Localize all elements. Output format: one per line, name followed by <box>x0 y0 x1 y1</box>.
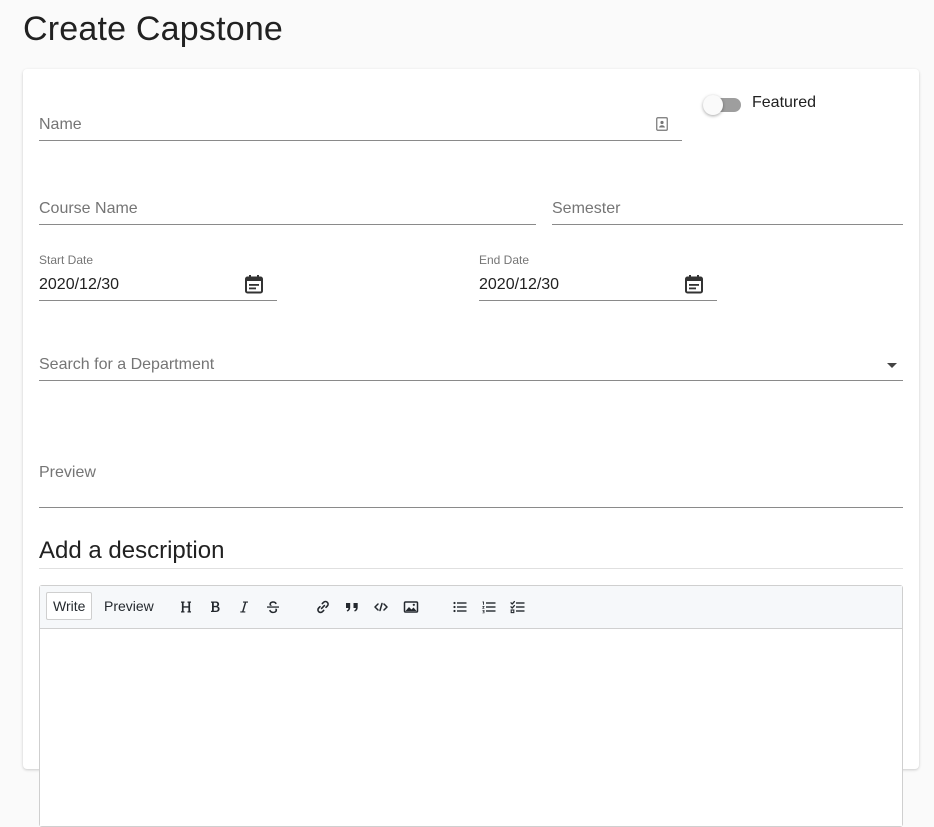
semester-underline <box>552 224 903 225</box>
contact-card-icon <box>656 117 668 131</box>
end-date-field[interactable]: End Date 2020/12/30 <box>479 253 717 301</box>
link-icon[interactable] <box>314 598 332 616</box>
course-name-field[interactable]: Course Name <box>39 189 536 225</box>
description-heading: Add a description <box>39 537 225 564</box>
course-name-underline <box>39 224 536 225</box>
dropdown-arrow-icon[interactable] <box>887 363 897 368</box>
write-tab[interactable]: Write <box>46 592 93 620</box>
editor-toolbar: Write Preview <box>40 586 902 629</box>
task-list-icon[interactable] <box>509 598 527 616</box>
start-date-underline <box>39 300 277 301</box>
capstone-form-card: Name Featured Course Name Semester Start… <box>23 69 919 827</box>
page-title: Create Capstone <box>23 10 284 48</box>
bullet-list-icon[interactable] <box>451 598 469 616</box>
preview-underline <box>39 507 903 508</box>
start-date-value: 2020/12/30 <box>39 276 120 293</box>
italic-icon[interactable] <box>235 598 253 616</box>
preview-tab[interactable]: Preview <box>98 592 160 620</box>
semester-placeholder: Semester <box>552 200 621 217</box>
start-date-label: Start Date <box>39 253 94 267</box>
department-placeholder: Search for a Department <box>39 356 215 373</box>
department-search-field[interactable]: Search for a Department <box>39 345 903 381</box>
preview-placeholder: Preview <box>39 464 96 481</box>
name-underline <box>39 140 682 141</box>
strikethrough-icon[interactable] <box>264 598 282 616</box>
featured-toggle[interactable] <box>703 95 743 115</box>
name-placeholder: Name <box>39 116 82 133</box>
name-field[interactable]: Name <box>39 105 682 141</box>
department-underline <box>39 380 903 381</box>
markdown-editor: Write Preview <box>39 585 903 827</box>
heading-icon[interactable] <box>177 598 195 616</box>
quote-icon[interactable] <box>343 598 361 616</box>
featured-toggle-thumb <box>703 95 723 115</box>
preview-field[interactable]: Preview <box>39 453 903 508</box>
image-icon[interactable] <box>402 598 420 616</box>
start-date-field[interactable]: Start Date 2020/12/30 <box>39 253 277 301</box>
bold-icon[interactable] <box>206 598 224 616</box>
numbered-list-icon[interactable] <box>480 598 498 616</box>
semester-field[interactable]: Semester <box>552 189 903 225</box>
course-name-placeholder: Course Name <box>39 200 138 217</box>
description-textarea[interactable] <box>40 629 902 826</box>
calendar-icon[interactable] <box>684 274 704 294</box>
description-divider <box>39 568 903 569</box>
code-icon[interactable] <box>372 598 390 616</box>
featured-label: Featured <box>752 94 817 111</box>
calendar-icon[interactable] <box>244 274 264 294</box>
end-date-value: 2020/12/30 <box>479 276 560 293</box>
end-date-label: End Date <box>479 253 530 267</box>
end-date-underline <box>479 300 717 301</box>
